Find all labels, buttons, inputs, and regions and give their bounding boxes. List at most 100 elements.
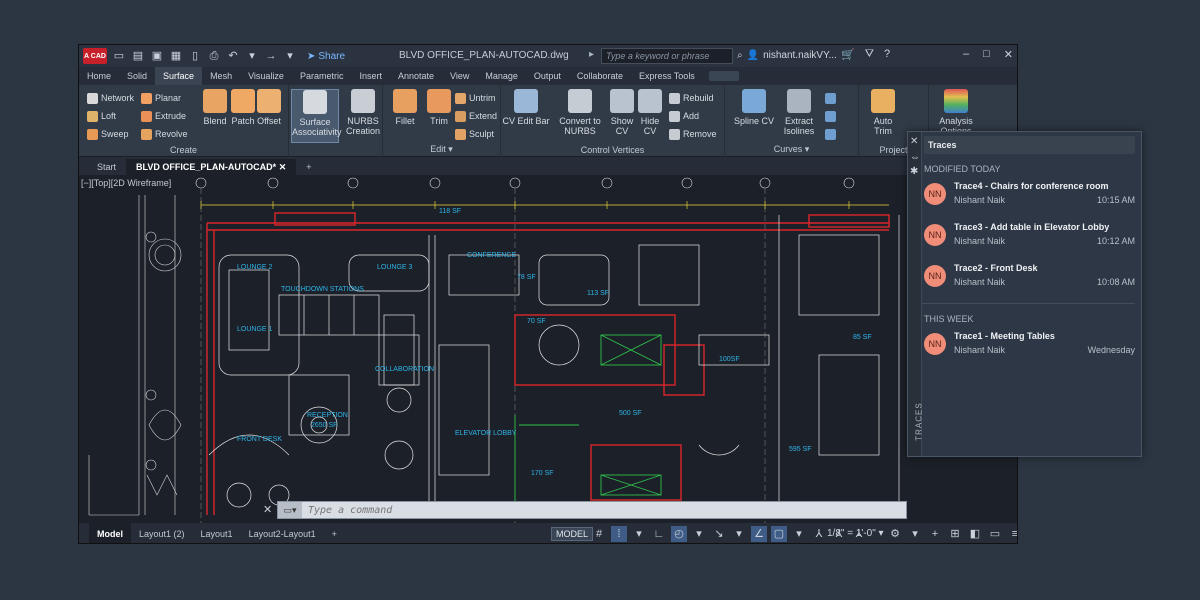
untrim-button[interactable]: Untrim — [455, 91, 496, 105]
tab-manage[interactable]: Manage — [477, 67, 526, 85]
share-button[interactable]: ➤ Share — [307, 51, 345, 62]
model-space-button[interactable]: MODEL — [551, 527, 594, 541]
extract-isolines-button[interactable]: Extract Isolines — [777, 89, 821, 136]
tab-annotate[interactable]: Annotate — [390, 67, 442, 85]
tab-surface[interactable]: Surface — [155, 67, 203, 85]
remove-cv-button[interactable]: Remove — [669, 127, 717, 141]
annotation-scale[interactable]: 1/8" = 1'-0" ▾ — [827, 528, 884, 539]
grid-icon[interactable]: # — [591, 526, 607, 542]
drawing-canvas[interactable]: [−][Top][2D Wireframe] LOUNGE 2 LOUNGE 3… — [79, 175, 1017, 523]
convert-to-nurbs-button[interactable]: Convert to NURBS — [555, 89, 605, 136]
cart-icon[interactable]: 🛒 — [841, 48, 855, 61]
show-cv-button[interactable]: Show CV — [607, 89, 637, 136]
tab-solid[interactable]: Solid — [119, 67, 155, 85]
revolve-button[interactable]: Revolve — [141, 127, 188, 141]
clean-screen-icon[interactable]: ▭ — [987, 526, 1003, 542]
curve-tool-2[interactable] — [825, 109, 836, 123]
ribbon-minimize-toggle[interactable] — [708, 71, 739, 81]
app-logo[interactable]: A CAD — [83, 48, 107, 64]
quick-properties-icon[interactable]: ◧ — [967, 526, 983, 542]
trace-item[interactable]: NN Trace4 - Chairs for conference room N… — [924, 179, 1141, 215]
offset-button[interactable]: Offset — [247, 89, 291, 126]
surface-associativity-button[interactable]: Surface Associativity — [291, 89, 342, 143]
plus-icon[interactable]: + — [927, 526, 943, 542]
maximize-icon[interactable]: □ — [983, 48, 990, 61]
undo-icon[interactable]: ↶ — [226, 49, 240, 63]
group-title-edit[interactable]: Edit ▾ — [383, 144, 500, 155]
tab-home[interactable]: Home — [79, 67, 119, 85]
tab-layout1[interactable]: Layout1 — [193, 523, 241, 543]
trace-item[interactable]: NN Trace3 - Add table in Elevator Lobby … — [924, 220, 1141, 256]
close-panel-icon[interactable]: ✕ — [910, 136, 918, 147]
search-expand-icon[interactable]: ▸ — [589, 49, 594, 60]
search-icon[interactable]: ⌕ — [737, 50, 743, 61]
tab-layout2-layout1[interactable]: Layout2-Layout1 — [241, 523, 324, 543]
tab-view[interactable]: View — [442, 67, 477, 85]
tab-layout1-2[interactable]: Layout1 (2) — [131, 523, 193, 543]
minimize-icon[interactable]: – — [963, 48, 969, 61]
loft-button[interactable]: Loft — [87, 109, 116, 123]
open-folder-icon[interactable]: ▤ — [131, 49, 145, 63]
web-mobile-icon[interactable]: ▯ — [188, 49, 202, 63]
sculpt-button[interactable]: Sculpt — [455, 127, 494, 141]
new-tab-button[interactable]: + — [296, 159, 321, 175]
tab-parametric[interactable]: Parametric — [292, 67, 352, 85]
hide-cv-button[interactable]: Hide CV — [635, 89, 665, 136]
tab-insert[interactable]: Insert — [351, 67, 390, 85]
help-icon[interactable]: ? — [884, 48, 890, 61]
isodraft-icon[interactable]: ↘ — [711, 526, 727, 542]
tab-start[interactable]: Start — [87, 159, 126, 175]
trace-item[interactable]: NN Trace2 - Front Desk Nishant Naik 10:0… — [924, 261, 1141, 297]
new-file-icon[interactable]: ▭ — [112, 49, 126, 63]
polar-tracking-icon[interactable]: ◴ — [671, 526, 687, 542]
command-input[interactable] — [302, 504, 882, 516]
planar-button[interactable]: Planar — [141, 91, 181, 105]
tab-visualize[interactable]: Visualize — [240, 67, 292, 85]
save-icon[interactable]: ▣ — [150, 49, 164, 63]
auto-trim-button[interactable]: Auto Trim — [863, 89, 903, 136]
redo-icon[interactable]: → — [264, 49, 278, 63]
close-icon[interactable]: ✕ — [1004, 48, 1013, 61]
curve-tool-1[interactable] — [825, 91, 836, 105]
gear-icon[interactable]: ⚙ — [887, 526, 903, 542]
add-cv-button[interactable]: Add — [669, 109, 699, 123]
dropdown-icon[interactable]: ▾ — [691, 526, 707, 542]
network-button[interactable]: Network — [87, 91, 134, 105]
nurbs-creation-button[interactable]: NURBS Creation — [341, 89, 385, 136]
dropdown-icon[interactable]: ▾ — [907, 526, 923, 542]
units-icon[interactable]: ⊞ — [947, 526, 963, 542]
rebuild-button[interactable]: Rebuild — [669, 91, 714, 105]
close-tab-icon[interactable]: ✕ — [279, 162, 287, 172]
dropdown-icon[interactable]: ▾ — [631, 526, 647, 542]
tab-output[interactable]: Output — [526, 67, 569, 85]
search-input[interactable]: Type a keyword or phrase — [601, 48, 733, 64]
tab-mesh[interactable]: Mesh — [202, 67, 240, 85]
pin-panel-icon[interactable]: ⇔ — [910, 152, 920, 163]
close-command-line-icon[interactable]: ✕ — [263, 503, 272, 516]
user-account[interactable]: ⌕ 👤 nishant.naikVY... — [737, 50, 837, 61]
tab-active-drawing[interactable]: BLVD OFFICE_PLAN-AUTOCAD* ✕ — [126, 159, 297, 175]
viewport-controls[interactable]: [−][Top][2D Wireframe] — [81, 178, 171, 188]
annotation-visibility-icon[interactable]: ⅄ — [811, 526, 827, 542]
snap-icon[interactable]: ⁞ — [611, 526, 627, 542]
analysis-options-button[interactable]: AnalysisOptions — [933, 89, 979, 136]
panel-settings-icon[interactable]: ✱ — [910, 166, 918, 177]
tab-model[interactable]: Model — [89, 523, 131, 543]
group-title-curves[interactable]: Curves ▾ — [725, 144, 858, 155]
save-as-icon[interactable]: ▦ — [169, 49, 183, 63]
print-icon[interactable]: ⎙ — [207, 49, 221, 63]
ortho-icon[interactable]: ∟ — [651, 526, 667, 542]
object-snap-icon[interactable]: ▢ — [771, 526, 787, 542]
extrude-button[interactable]: Extrude — [141, 109, 186, 123]
dropdown-icon[interactable]: ▾ — [731, 526, 747, 542]
curve-tool-3[interactable] — [825, 127, 836, 141]
add-layout-button[interactable]: + — [324, 523, 345, 543]
redo-dropdown-icon[interactable]: ▾ — [283, 49, 297, 63]
dropdown-icon[interactable]: ▾ — [791, 526, 807, 542]
object-snap-tracking-icon[interactable]: ∠ — [751, 526, 767, 542]
trace-item[interactable]: NN Trace1 - Meeting Tables Nishant Naik … — [924, 329, 1141, 365]
tab-collaborate[interactable]: Collaborate — [569, 67, 631, 85]
tab-express-tools[interactable]: Express Tools — [631, 67, 703, 85]
cv-edit-bar-button[interactable]: CV Edit Bar — [501, 89, 551, 126]
spline-cv-button[interactable]: Spline CV — [729, 89, 779, 126]
